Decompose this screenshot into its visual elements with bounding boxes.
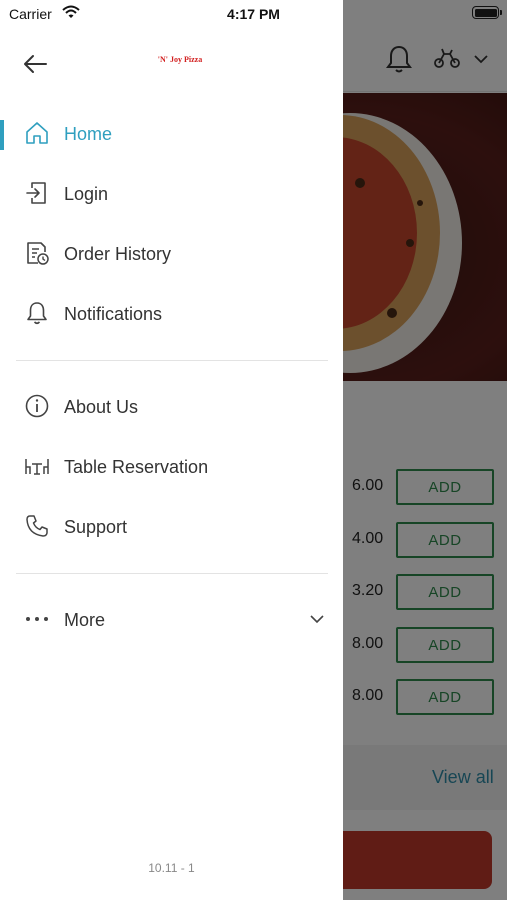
nav-item-home[interactable]: Home xyxy=(0,106,343,162)
nav-item-table-reservation[interactable]: Table Reservation xyxy=(0,439,343,495)
nav-item-more[interactable]: More xyxy=(0,592,343,648)
nav-item-label: Support xyxy=(64,517,128,537)
nav-item-support[interactable]: Support xyxy=(0,499,343,555)
nav-item-about-us[interactable]: About Us xyxy=(0,379,343,435)
back-button[interactable] xyxy=(22,50,56,78)
clock: 4:17 PM xyxy=(227,6,280,22)
bell-icon xyxy=(27,302,47,325)
arrow-left-icon xyxy=(24,55,47,73)
nav-item-label: Table Reservation xyxy=(64,457,209,477)
nav-item-label: Notifications xyxy=(64,304,163,324)
navigation-drawer: 'N' Joy Pizza Home Login Order History N… xyxy=(0,0,343,900)
battery-icon xyxy=(472,6,499,19)
chevron-down-icon xyxy=(310,615,324,624)
nav-item-order-history[interactable]: Order History xyxy=(0,226,343,282)
divider xyxy=(16,573,328,574)
nav-item-label: Order History xyxy=(64,244,172,264)
nav-item-notifications[interactable]: Notifications xyxy=(0,286,343,342)
more-dots-icon xyxy=(26,617,48,621)
app-version: 10.11 - 1 xyxy=(148,861,195,875)
nav-item-label: Home xyxy=(64,124,113,144)
nav-item-login[interactable]: Login xyxy=(0,166,343,222)
nav-item-label: About Us xyxy=(64,397,139,417)
divider xyxy=(16,360,328,361)
home-icon xyxy=(26,122,48,144)
table-icon xyxy=(25,459,49,475)
active-indicator xyxy=(0,120,4,150)
login-icon xyxy=(26,182,46,204)
info-icon xyxy=(25,394,49,418)
status-bar: Carrier 4:17 PM xyxy=(0,0,507,26)
order-history-icon xyxy=(27,242,49,265)
battery-tip xyxy=(500,10,502,15)
nav-item-label: More xyxy=(64,610,106,630)
brand-logo: 'N' Joy Pizza xyxy=(157,55,203,64)
phone-icon xyxy=(26,515,48,537)
nav-item-label: Login xyxy=(64,184,109,204)
